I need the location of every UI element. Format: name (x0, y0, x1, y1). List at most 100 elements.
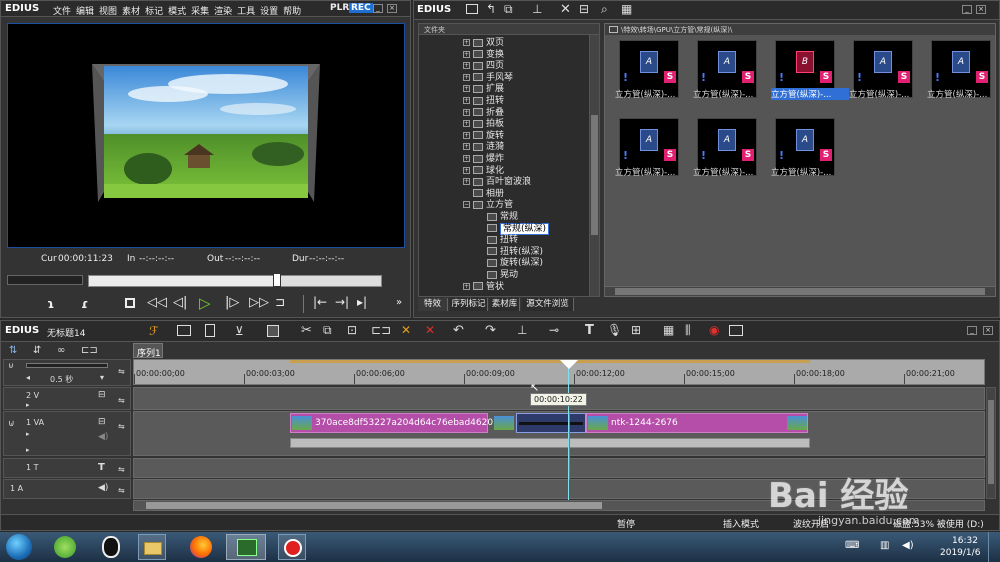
collapse-icon[interactable]: − (463, 201, 470, 209)
title-icon[interactable]: T (585, 323, 594, 338)
stop-icon[interactable] (125, 298, 135, 308)
tree-item[interactable]: − 立方管 (463, 200, 513, 212)
replace-icon[interactable]: ⊏⊐ (371, 323, 391, 337)
link-icon[interactable]: ⊸ (549, 323, 559, 337)
view-icon[interactable]: ▦ (621, 2, 632, 16)
thumb-scrollbar[interactable] (605, 286, 995, 296)
set-in-icon[interactable]: ɿ (47, 297, 54, 311)
effect-thumbnail[interactable]: A! S 立方管(纵深)-... (849, 40, 927, 110)
time-ruler[interactable]: 00:00:00;00 00:00:03;00 00:00:06;00 00:00:0… (133, 359, 985, 385)
zoom-slider[interactable] (26, 363, 108, 368)
tree-item[interactable]: + 爆炸 (463, 154, 504, 166)
rewind-icon[interactable]: ◁◁ (147, 295, 167, 310)
fast-forward-icon[interactable]: ▷▷ (249, 295, 269, 310)
taskbar-app-qq-icon[interactable] (102, 536, 120, 558)
tree-item[interactable]: 常规(纵深) (477, 222, 550, 236)
up-folder-icon[interactable]: ↰ (486, 2, 496, 16)
tree-item[interactable]: 晃动 (477, 270, 518, 282)
clip-video-2[interactable]: ntk-1244-2676 (586, 413, 808, 433)
paste-icon[interactable]: ⊡ (347, 323, 357, 337)
bin-tab[interactable]: 特效 (418, 298, 448, 311)
bin-minimize-icon[interactable]: _ (962, 5, 972, 14)
copy-icon[interactable]: ⧉ (323, 323, 332, 338)
add-timeline-icon[interactable]: ⊥ (532, 2, 542, 16)
show-desktop-button[interactable] (988, 532, 1000, 562)
ctrl-icon-4[interactable]: ⊏⊐ (81, 345, 98, 356)
menu-item[interactable]: 设置 (260, 7, 278, 17)
ctrl-icon-3[interactable]: ∞ (57, 345, 65, 356)
expand-icon[interactable]: + (463, 131, 470, 139)
match-frame-icon[interactable]: |← (313, 295, 327, 309)
expand-icon[interactable]: + (463, 282, 470, 290)
audio-waveform-bar[interactable] (290, 438, 810, 448)
vertical-scroll-thumb[interactable] (988, 400, 994, 484)
tl-new-icon[interactable] (205, 324, 215, 337)
expand-icon[interactable]: + (463, 166, 470, 174)
transition-block[interactable] (516, 413, 586, 433)
track-1a-sync-icon[interactable]: ⇋ (118, 486, 125, 495)
taskbar-app-360-icon[interactable] (54, 536, 76, 558)
expand-icon[interactable]: + (463, 62, 470, 70)
position-slider[interactable] (88, 273, 382, 287)
effect-thumbnail[interactable]: B! S 立方管(纵深)-... (771, 40, 849, 110)
track-2v-expand-icon[interactable]: ▸ (26, 401, 30, 409)
sync-icon[interactable]: ⇋ (118, 367, 125, 376)
taskbar-app-explorer-icon[interactable] (138, 534, 166, 560)
menu-item[interactable]: 渲染 (214, 7, 232, 17)
more-icon[interactable]: » (396, 297, 402, 308)
lock-icon[interactable]: ⊍ (8, 361, 14, 370)
undo-icon[interactable]: ↶ (453, 323, 464, 338)
tree-item[interactable]: 扭转(纵深) (477, 247, 543, 259)
horizontal-scroll-thumb[interactable] (146, 502, 602, 509)
delete-clip-icon[interactable]: ✕ (401, 323, 411, 337)
tl-camera-icon[interactable] (177, 325, 191, 336)
effect-thumbnail[interactable]: A! S 立方管(纵深)-... (615, 40, 693, 110)
status-insert-mode[interactable]: 插入模式 (723, 517, 759, 530)
menu-item[interactable]: 素材 (122, 7, 140, 17)
expand-icon[interactable]: + (463, 39, 470, 46)
tl-save-icon[interactable] (267, 325, 279, 337)
playhead-marker[interactable] (560, 360, 578, 369)
menu-item[interactable]: 采集 (191, 7, 209, 17)
tray-keyboard-icon[interactable]: ⌨ (845, 540, 859, 551)
tree-item[interactable]: + 手风琴 (463, 73, 513, 85)
minimize-icon[interactable]: _ (373, 4, 383, 13)
record-icon[interactable]: ◉ (709, 323, 719, 337)
expand-icon[interactable]: + (463, 85, 470, 93)
track-1va-expand2-icon[interactable]: ▸ (26, 446, 30, 454)
vertical-scrollbar[interactable] (986, 387, 996, 499)
effect-thumbnail[interactable]: A! S 立方管(纵深)-... (927, 40, 1000, 110)
ctrl-icon-2[interactable]: ⇵ (33, 345, 41, 356)
redo-icon[interactable]: ↷ (485, 323, 496, 338)
tree-item[interactable]: 相册 (463, 189, 504, 201)
tree-item[interactable]: + 折叠 (463, 108, 504, 120)
zoom-prev-icon[interactable]: ◂ (26, 373, 30, 382)
tl-mode-icon[interactable]: ℱ (149, 324, 158, 338)
effect-thumbnail[interactable]: A! S 立方管(纵深)-... (771, 118, 849, 188)
start-button[interactable] (6, 534, 32, 560)
taskbar-app-recorder-icon[interactable] (278, 534, 306, 560)
menu-item[interactable]: 文件 (53, 7, 71, 17)
render-icon[interactable]: ⊞ (631, 323, 641, 337)
ripple-delete-icon[interactable]: ✕ (425, 323, 435, 337)
tree-item[interactable]: 旋转(纵深) (477, 258, 543, 270)
expand-icon[interactable]: + (463, 108, 470, 116)
track-2v-sync-icon[interactable]: ⇋ (118, 396, 125, 405)
taskbar-app-firefox-icon[interactable] (190, 536, 212, 558)
track-1va-lock-icon[interactable]: ⊍ (8, 419, 15, 429)
new-folder-icon[interactable] (466, 4, 478, 14)
expand-icon[interactable]: + (463, 178, 470, 186)
menu-item[interactable]: 标记 (145, 7, 163, 17)
expand-icon[interactable]: + (463, 120, 470, 128)
insert-icon[interactable]: →| (335, 295, 349, 309)
track-1t-sync-icon[interactable]: ⇋ (118, 465, 125, 474)
zoom-value[interactable]: 0.5 秒 (50, 374, 73, 385)
play-icon[interactable]: ▷ (199, 294, 211, 312)
mode-rec-button[interactable]: REC (349, 3, 373, 13)
overwrite-icon[interactable]: ▸| (357, 295, 367, 309)
track-1t-title-icon[interactable]: T (98, 462, 105, 473)
thumb-scroll-thumb[interactable] (615, 288, 985, 295)
track-1a-volume-icon[interactable]: ◀) (98, 483, 108, 493)
tree-item[interactable]: + 双页 (463, 38, 504, 50)
track-1va-lane[interactable]: 370ace8df53227a204d64c76ebad4620 ntk-124… (133, 411, 985, 456)
